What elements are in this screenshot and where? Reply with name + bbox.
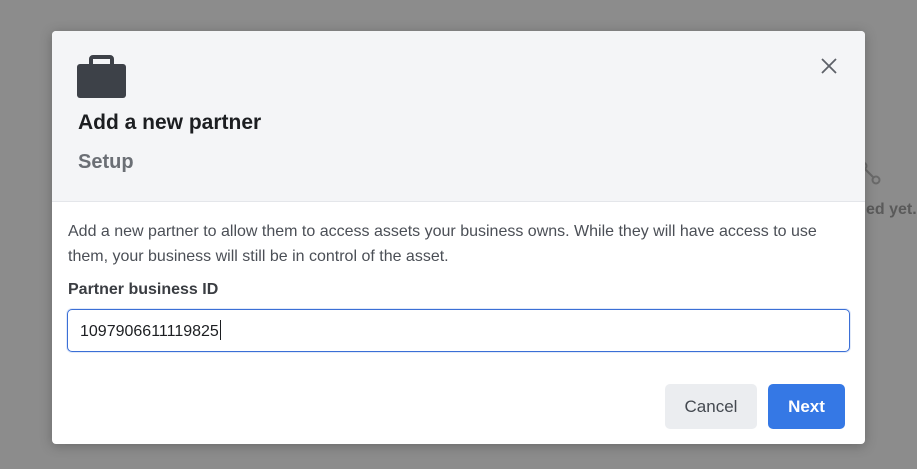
dialog-description: Add a new partner to allow them to acces… xyxy=(68,223,817,265)
partner-business-id-label: Partner business ID xyxy=(68,281,219,298)
partner-business-id-input[interactable]: 1097906611119825 xyxy=(67,309,850,352)
briefcase-icon xyxy=(77,55,126,98)
dialog-header: Add a new partner Setup xyxy=(52,31,865,202)
input-value-wrapper: 1097906611119825 xyxy=(80,320,221,341)
background-empty-text: ed yet. xyxy=(866,201,917,218)
add-partner-dialog: Add a new partner Setup Add a new partne… xyxy=(52,31,865,444)
dialog-title: Add a new partner xyxy=(78,111,262,134)
dialog-subtitle: Setup xyxy=(78,151,134,173)
next-button[interactable]: Next xyxy=(768,384,845,429)
input-value: 1097906611119825 xyxy=(80,323,219,340)
text-caret xyxy=(219,320,221,340)
close-icon xyxy=(821,58,837,74)
cancel-button[interactable]: Cancel xyxy=(665,384,757,429)
close-button[interactable] xyxy=(817,54,841,78)
